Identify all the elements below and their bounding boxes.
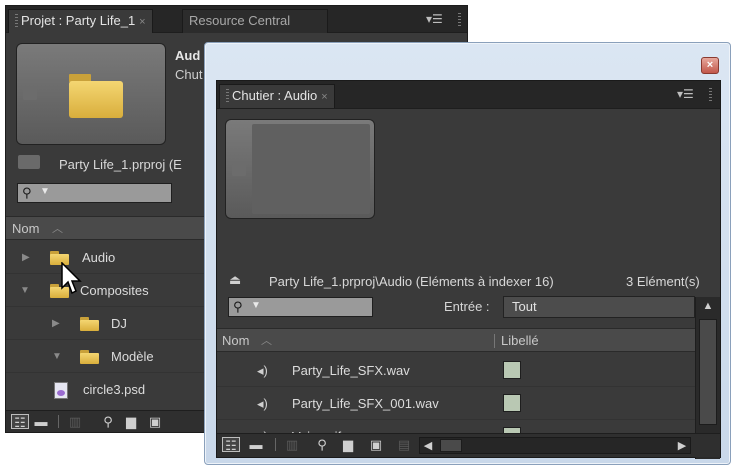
column-divider[interactable] — [494, 334, 495, 348]
entry-select[interactable]: Tout — [503, 296, 695, 318]
column-label-label: Libellé — [501, 333, 539, 348]
project-search-input[interactable]: ⚲ ▼ — [17, 183, 172, 203]
new-bin-icon[interactable]: ▆ — [122, 414, 140, 429]
list-item[interactable]: ▶ DJ — [6, 307, 206, 340]
chevron-down-icon[interactable]: ▼ — [40, 186, 50, 197]
tab-project-label: Projet : Party Life_1 — [21, 13, 136, 28]
project-column-header[interactable]: Nom ︿ — [6, 216, 206, 240]
list-item[interactable]: ▶ Audio — [6, 241, 206, 274]
search-icon: ⚲ — [22, 185, 32, 200]
file-name: Party_Life_SFX_001.wav — [292, 396, 439, 411]
tab-project[interactable]: Projet : Party Life_1 × — [8, 9, 153, 33]
table-row[interactable]: ◂) Party_Life_SFX.wav — [217, 354, 695, 387]
grip-icon[interactable] — [458, 13, 461, 26]
automate-icon: ▥ — [285, 437, 299, 452]
bin-tab-bar: Chutier : Audio × ▾☰ — [217, 81, 720, 109]
scroll-thumb[interactable] — [440, 439, 462, 452]
list-view-icon[interactable]: ☷ — [11, 414, 29, 430]
new-item-icon[interactable]: ▣ — [367, 437, 385, 452]
new-item-icon[interactable]: ▣ — [146, 414, 164, 429]
preview-side-icon — [232, 164, 246, 176]
panel-menu-icon[interactable]: ▾☰ — [426, 13, 444, 25]
list-item[interactable]: ▼ Modèle — [6, 340, 206, 373]
bin-toolbar: ☷ ▬ ▥ ⚲ ▆ ▣ ▤ ◀ ▶ — [217, 433, 720, 457]
scroll-up-icon[interactable]: ▲ — [696, 297, 720, 317]
column-name-label: Nom — [12, 221, 40, 236]
expand-arrow-icon[interactable]: ▶ — [22, 241, 30, 274]
delete-icon: ▤ — [397, 437, 411, 452]
column-name-label: Nom — [222, 333, 250, 348]
grip-icon[interactable] — [709, 88, 712, 101]
scroll-thumb[interactable] — [699, 319, 717, 425]
grip-icon[interactable] — [15, 14, 18, 27]
tab-bin-label: Chutier : Audio — [232, 88, 318, 103]
sort-icon: ︿ — [52, 223, 63, 235]
find-icon[interactable]: ⚲ — [99, 414, 117, 429]
preview-side-icon — [23, 88, 37, 100]
collapse-arrow-icon[interactable]: ▼ — [20, 274, 30, 307]
panel-menu-icon[interactable]: ▾☰ — [677, 88, 695, 100]
icon-view-icon[interactable]: ▬ — [32, 414, 50, 429]
close-icon[interactable]: × — [701, 57, 719, 74]
item-name: DJ — [111, 316, 127, 331]
search-icon: ⚲ — [233, 299, 243, 314]
list-item[interactable]: circle3.psd — [6, 373, 206, 406]
preview-image — [252, 124, 370, 214]
icon-view-icon[interactable]: ▬ — [247, 437, 265, 452]
item-count: 3 Elément(s) — [626, 274, 700, 289]
bin-up-icon[interactable] — [18, 155, 40, 169]
entry-select-value: Tout — [512, 299, 537, 314]
list-item[interactable]: ▼ Composites — [6, 274, 206, 307]
item-name: circle3.psd — [83, 382, 146, 397]
bin-panel: Chutier : Audio × ▾☰ ⏏ Party Life_1.prpro… — [216, 80, 721, 459]
tab-resource-central[interactable]: Resource Central — [182, 9, 328, 33]
bin-preview-thumbnail — [225, 119, 375, 219]
horizontal-scrollbar[interactable]: ◀ ▶ — [419, 437, 691, 454]
automate-icon: ▥ — [68, 414, 82, 429]
list-view-icon[interactable]: ☷ — [222, 437, 240, 453]
entry-label: Entrée : — [444, 299, 490, 314]
scroll-right-icon[interactable]: ▶ — [674, 437, 690, 455]
table-row[interactable]: ◂) Party_Life_SFX_001.wav — [217, 387, 695, 420]
preview-subtitle: Chut — [175, 67, 203, 82]
close-tab-icon[interactable]: × — [139, 16, 145, 28]
item-name: Modèle — [111, 349, 154, 364]
expand-arrow-icon[interactable]: ▶ — [52, 307, 60, 340]
project-path: Party Life_1.prproj (E — [59, 157, 182, 172]
tab-bin-audio[interactable]: Chutier : Audio × — [219, 84, 335, 108]
scroll-left-icon[interactable]: ◀ — [420, 437, 436, 455]
folder-icon — [80, 317, 99, 331]
collapse-arrow-icon[interactable]: ▼ — [52, 340, 62, 373]
bin-window: × Chutier : Audio × ▾☰ ⏏ Party Life_1.prp… — [204, 42, 731, 465]
file-name: Party_Life_SFX.wav — [292, 363, 410, 378]
preview-thumbnail — [16, 43, 166, 145]
audio-file-icon: ◂) — [257, 396, 268, 411]
audio-file-icon: ◂) — [257, 363, 268, 378]
label-color-swatch[interactable] — [503, 361, 521, 379]
folder-icon — [80, 350, 99, 364]
chevron-down-icon[interactable]: ▼ — [251, 300, 261, 311]
psd-file-icon — [54, 382, 68, 399]
find-icon[interactable]: ⚲ — [313, 437, 331, 452]
close-tab-icon[interactable]: × — [321, 91, 327, 103]
mouse-cursor-icon — [61, 262, 82, 295]
project-tab-bar: Projet : Party Life_1 × Resource Central … — [6, 6, 467, 33]
bin-up-icon[interactable]: ⏏ — [229, 273, 249, 286]
folder-icon — [69, 74, 123, 118]
new-bin-icon[interactable]: ▆ — [339, 437, 357, 452]
bin-search-input[interactable]: ⚲ ▼ — [228, 297, 373, 317]
item-name: Audio — [82, 250, 116, 265]
item-name: Composites — [80, 283, 149, 298]
sort-icon: ︿ — [261, 335, 272, 347]
label-color-swatch[interactable] — [503, 394, 521, 412]
bin-path: Party Life_1.prproj\Audio (Eléments à in… — [269, 274, 554, 289]
tab-resource-label: Resource Central — [189, 13, 291, 28]
grip-icon[interactable] — [226, 89, 229, 102]
preview-title: Aud — [175, 48, 201, 63]
bin-column-header[interactable]: Nom ︿ Libellé — [217, 328, 695, 352]
